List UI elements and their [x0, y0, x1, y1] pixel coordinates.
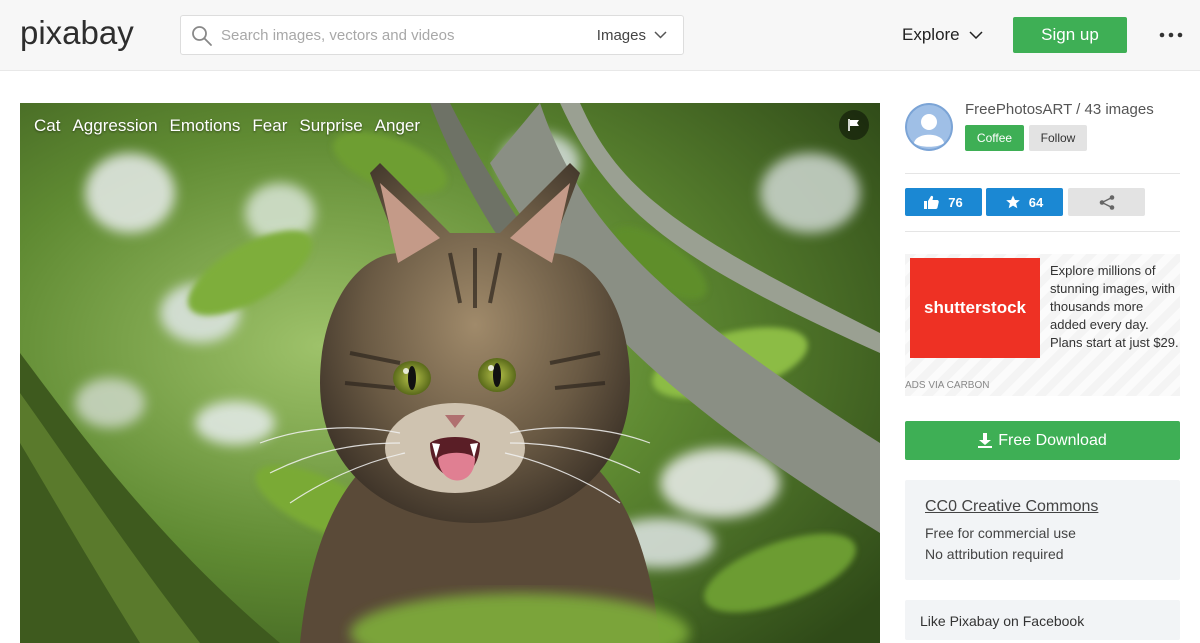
- favorite-count: 64: [1028, 194, 1044, 210]
- svg-text:pixabay: pixabay: [20, 14, 134, 51]
- tag-fear[interactable]: Fear: [252, 116, 287, 136]
- search-icon[interactable]: [191, 25, 213, 47]
- media-type-dropdown[interactable]: Images: [597, 16, 667, 54]
- explore-menu[interactable]: Explore: [902, 22, 983, 48]
- share-button[interactable]: [1068, 188, 1145, 216]
- author-name[interactable]: FreePhotosART / 43 images: [965, 101, 1154, 118]
- share-icon: [1099, 194, 1114, 210]
- media-type-label: Images: [596, 26, 646, 44]
- more-options-icon[interactable]: [1158, 24, 1184, 46]
- signup-button[interactable]: Sign up: [1013, 17, 1127, 53]
- cat-photo-image: [20, 103, 880, 643]
- tag-cat[interactable]: Cat: [34, 116, 60, 136]
- carbon-ad: shutterstock Explore millions of stunnin…: [905, 254, 1180, 396]
- like-button[interactable]: 76: [905, 188, 982, 216]
- ad-text[interactable]: Explore millions of stunning images, wit…: [1050, 262, 1180, 352]
- pixabay-logo[interactable]: pixabay: [20, 14, 142, 54]
- ad-via-label[interactable]: ADS VIA CARBON: [905, 380, 989, 391]
- tag-surprise[interactable]: Surprise: [299, 116, 362, 136]
- shutterstock-logo[interactable]: shutterstock: [910, 258, 1040, 358]
- author-panel: FreePhotosART / 43 images Coffee Follow: [905, 100, 1180, 174]
- main-photo[interactable]: Cat Aggression Emotions Fear Surprise An…: [20, 103, 880, 643]
- tag-emotions[interactable]: Emotions: [170, 116, 241, 136]
- tag-aggression[interactable]: Aggression: [72, 116, 157, 136]
- favorite-button[interactable]: 64: [986, 188, 1063, 216]
- default-user-icon: [905, 103, 953, 151]
- coffee-button[interactable]: Coffee: [965, 125, 1024, 151]
- explore-label: Explore: [902, 25, 960, 44]
- report-button[interactable]: [839, 110, 869, 140]
- license-link[interactable]: CC0 Creative Commons: [925, 498, 1098, 516]
- facebook-panel: Like Pixabay on Facebook: [905, 600, 1180, 640]
- top-header: pixabay Images Explore Sign up: [0, 0, 1200, 71]
- photo-tags: Cat Aggression Emotions Fear Surprise An…: [34, 116, 420, 136]
- license-commercial: Free for commercial use: [925, 525, 1076, 541]
- tag-anger[interactable]: Anger: [375, 116, 420, 136]
- search-input[interactable]: [221, 22, 581, 48]
- download-icon: [978, 433, 993, 448]
- chevron-down-icon: [969, 31, 983, 39]
- search-box: Images: [180, 15, 684, 55]
- sidebar: FreePhotosART / 43 images Coffee Follow …: [905, 100, 1180, 640]
- download-label: Free Download: [998, 431, 1107, 449]
- star-icon: [1005, 195, 1020, 209]
- license-panel: CC0 Creative Commons Free for commercial…: [905, 480, 1180, 580]
- like-count: 76: [948, 194, 963, 210]
- flag-icon: [848, 119, 859, 131]
- thumbs-up-icon: [924, 195, 940, 209]
- facebook-text: Like Pixabay on Facebook: [920, 613, 1085, 629]
- free-download-button[interactable]: Free Download: [905, 421, 1180, 460]
- photo-actions: 76 64: [905, 174, 1180, 232]
- follow-button[interactable]: Follow: [1029, 125, 1087, 151]
- avatar[interactable]: [905, 103, 953, 151]
- license-attribution: No attribution required: [925, 546, 1064, 562]
- chevron-down-icon: [654, 31, 667, 39]
